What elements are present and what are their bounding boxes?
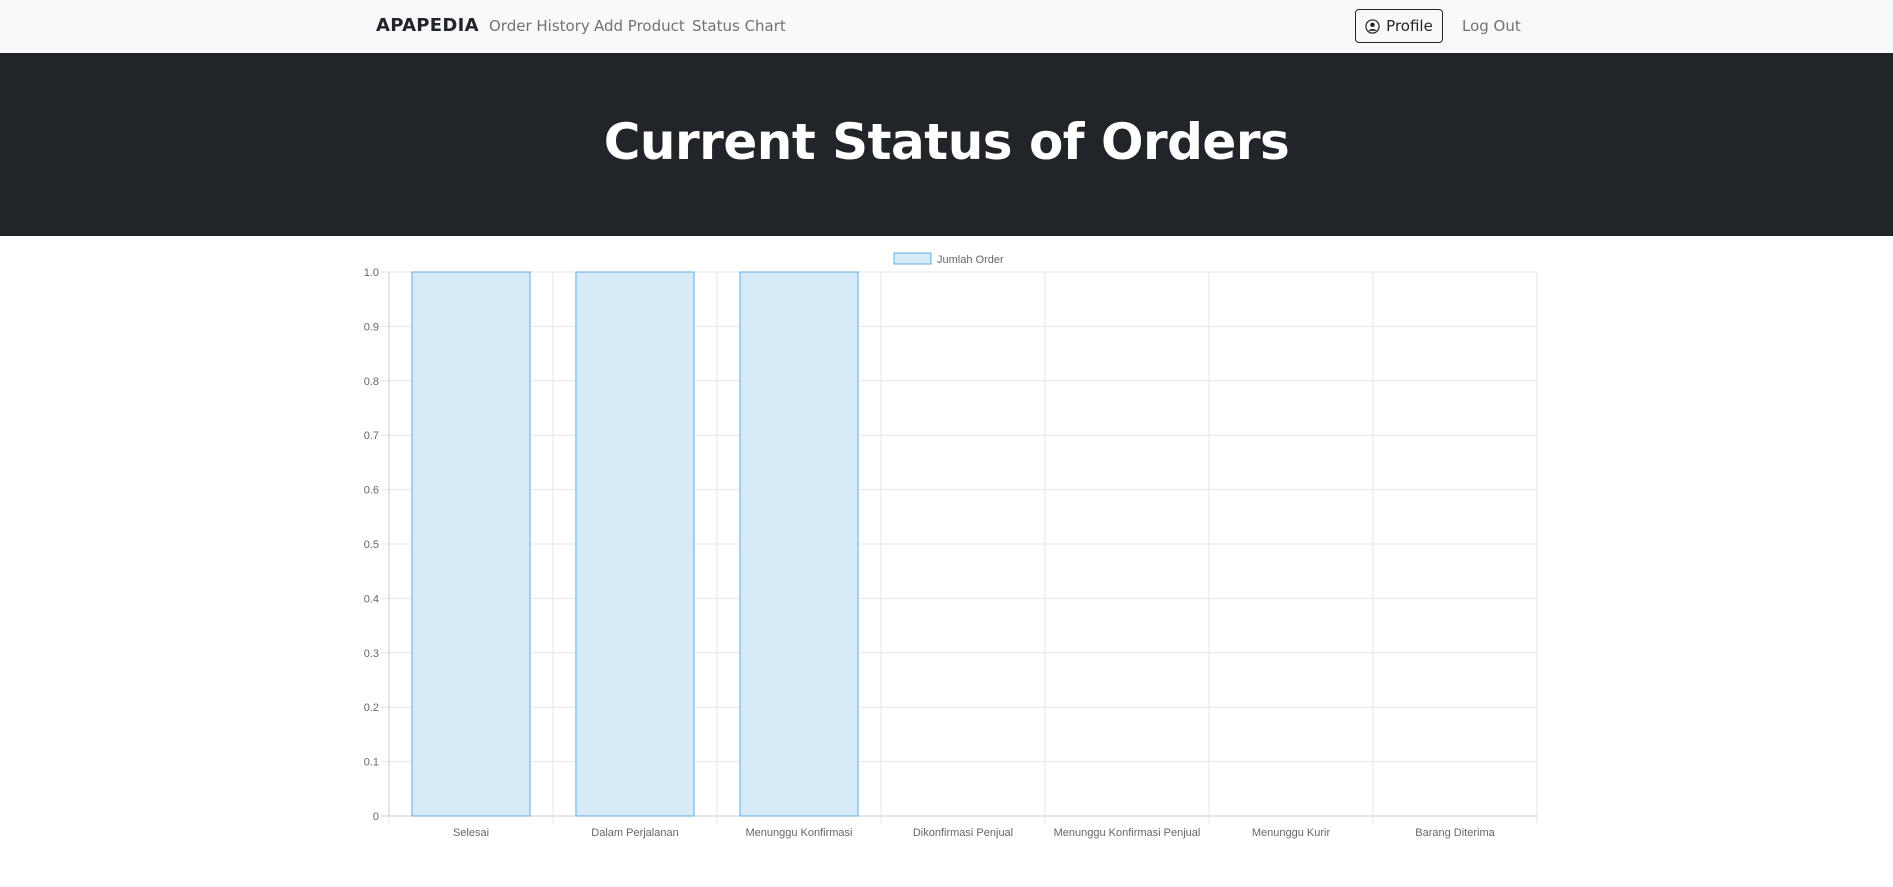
bar[interactable]	[739, 271, 859, 817]
y-tick-label: 0.7	[364, 430, 379, 442]
brand-link[interactable]: APAPEDIA	[376, 15, 479, 36]
y-tick-label: 0.6	[364, 485, 379, 497]
nav-order-history[interactable]: Order History	[489, 17, 590, 35]
profile-button[interactable]: Profile	[1355, 9, 1443, 43]
hero-banner: Current Status of Orders	[0, 53, 1893, 236]
bar-chart: 0 0.1 0.2 0.3 0.4 0.5 0.6 0.7 0.8 0.9 1.0 Selesai Da…	[364, 252, 1538, 839]
x-tick-label: Menunggu Konfirmasi	[745, 827, 852, 839]
y-tick-label: 1.0	[364, 267, 379, 279]
legend-label[interactable]: Jumlah Order	[937, 254, 1004, 266]
y-tick-label: 0.5	[364, 539, 379, 551]
y-tick-label: 0.9	[364, 321, 379, 333]
bar[interactable]	[411, 271, 531, 817]
y-tick-label: 0.3	[364, 648, 379, 660]
nav-add-product[interactable]: Add Product	[594, 17, 685, 35]
x-tick-label: Dikonfirmasi Penjual	[913, 827, 1013, 839]
nav-status-chart[interactable]: Status Chart	[692, 17, 786, 35]
x-tick-label: Menunggu Konfirmasi Penjual	[1054, 827, 1201, 839]
x-tick-label: Dalam Perjalanan	[591, 827, 678, 839]
y-tick-label: 0.1	[364, 757, 379, 769]
y-tick-label: 0.8	[364, 376, 379, 388]
y-tick-label: 0.2	[364, 702, 379, 714]
x-tick-label: Selesai	[453, 827, 489, 839]
legend-swatch[interactable]	[893, 252, 932, 265]
y-tick-label: 0.4	[364, 593, 379, 605]
x-tick-label: Barang Diterima	[1415, 827, 1495, 839]
person-circle-icon	[1365, 18, 1380, 34]
bar[interactable]	[575, 271, 695, 817]
page-title: Current Status of Orders	[603, 113, 1290, 171]
y-tick-label: 0	[373, 811, 379, 823]
status-chart: 0 0.1 0.2 0.3 0.4 0.5 0.6 0.7 0.8 0.9 1.0 Selesai Da…	[352, 246, 1542, 846]
x-tick-label: Menunggu Kurir	[1252, 827, 1331, 839]
logout-link[interactable]: Log Out	[1462, 17, 1521, 35]
navbar: APAPEDIA Order History Add Product Statu…	[0, 0, 1893, 53]
profile-label: Profile	[1386, 17, 1433, 35]
